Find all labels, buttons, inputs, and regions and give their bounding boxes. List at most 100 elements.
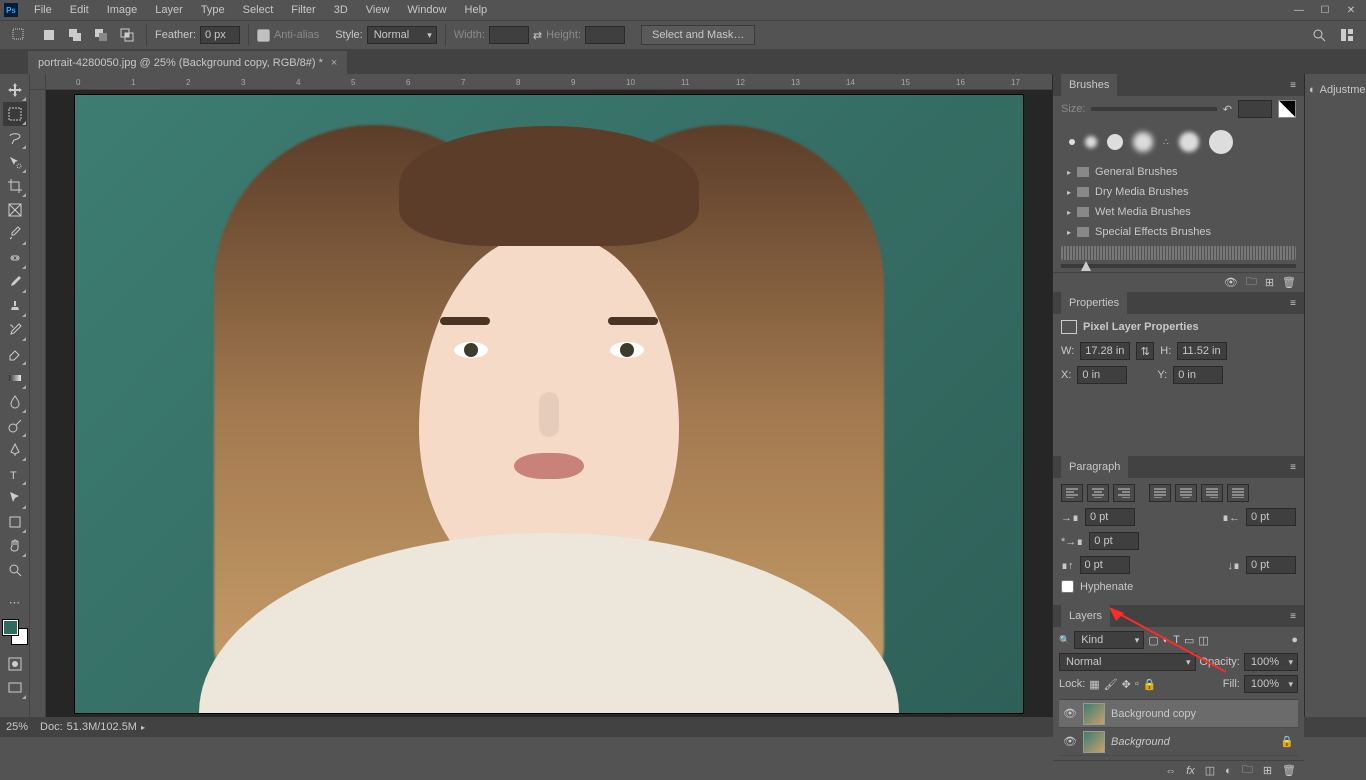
menu-help[interactable]: Help bbox=[457, 2, 496, 18]
pen-tool[interactable] bbox=[3, 438, 27, 462]
blur-tool[interactable] bbox=[3, 390, 27, 414]
adjustments-panel-collapsed[interactable]: ◐ Adjustments bbox=[1309, 80, 1362, 100]
layer-row[interactable]: 👁 Background copy bbox=[1059, 700, 1298, 728]
menu-layer[interactable]: Layer bbox=[147, 2, 191, 18]
clone-stamp-tool[interactable] bbox=[3, 294, 27, 318]
layer-row[interactable]: 👁 Background 🔒 bbox=[1059, 728, 1298, 756]
brush-preview-icon[interactable] bbox=[1278, 100, 1296, 118]
align-center-icon[interactable] bbox=[1087, 484, 1109, 502]
align-left-icon[interactable] bbox=[1061, 484, 1083, 502]
prop-y-input[interactable] bbox=[1173, 366, 1223, 384]
menu-3d[interactable]: 3D bbox=[326, 2, 356, 18]
tool-preset-picker[interactable] bbox=[8, 24, 30, 46]
justify-left-icon[interactable] bbox=[1149, 484, 1171, 502]
opacity-input[interactable]: 100% bbox=[1244, 653, 1298, 671]
intersect-selection-icon[interactable] bbox=[116, 24, 138, 46]
menu-edit[interactable]: Edit bbox=[62, 2, 97, 18]
layers-panel-header[interactable]: Layers ≡ bbox=[1053, 605, 1304, 627]
document-canvas[interactable] bbox=[74, 94, 1024, 714]
dodge-tool[interactable] bbox=[3, 414, 27, 438]
brush-size-input[interactable] bbox=[1238, 100, 1272, 118]
document-tab[interactable]: portrait-4280050.jpg @ 25% (Background c… bbox=[28, 51, 347, 75]
foreground-color-swatch[interactable] bbox=[3, 620, 18, 635]
delete-brush-icon[interactable]: 🗑 bbox=[1282, 276, 1296, 289]
move-tool[interactable] bbox=[3, 78, 27, 102]
prop-h-input[interactable] bbox=[1177, 342, 1227, 360]
layer-thumbnail[interactable] bbox=[1083, 731, 1105, 753]
indent-right-input[interactable] bbox=[1246, 508, 1296, 526]
lock-position-icon[interactable]: ✥ bbox=[1122, 678, 1131, 691]
new-layer-icon[interactable]: ⊞ bbox=[1263, 764, 1272, 777]
brush-folder[interactable]: ▸Dry Media Brushes bbox=[1061, 182, 1296, 202]
subtract-selection-icon[interactable] bbox=[90, 24, 112, 46]
first-line-indent-input[interactable] bbox=[1089, 532, 1139, 550]
zoom-level[interactable]: 25% bbox=[6, 721, 28, 733]
link-dimensions-icon[interactable]: ⇅ bbox=[1136, 342, 1154, 360]
panel-menu-icon[interactable]: ≡ bbox=[1290, 611, 1296, 622]
flip-brush-icon[interactable]: ↶ bbox=[1223, 103, 1232, 116]
menu-select[interactable]: Select bbox=[235, 2, 282, 18]
shape-tool[interactable] bbox=[3, 510, 27, 534]
properties-panel-header[interactable]: Properties ≡ bbox=[1053, 292, 1304, 314]
layer-filter-kind[interactable]: Kind bbox=[1074, 631, 1144, 649]
new-selection-icon[interactable] bbox=[38, 24, 60, 46]
style-select[interactable]: Normal bbox=[367, 26, 437, 44]
save-brush-icon[interactable]: 🗀 bbox=[1246, 273, 1257, 292]
space-before-input[interactable] bbox=[1080, 556, 1130, 574]
lock-transparency-icon[interactable]: ▦ bbox=[1089, 678, 1099, 691]
space-after-input[interactable] bbox=[1246, 556, 1296, 574]
search-icon[interactable] bbox=[1308, 24, 1330, 46]
hyphenate-checkbox[interactable] bbox=[1061, 580, 1074, 593]
swap-dimensions-icon[interactable]: ⇄ bbox=[533, 29, 542, 42]
brush-tool[interactable] bbox=[3, 270, 27, 294]
history-brush-tool[interactable] bbox=[3, 318, 27, 342]
brush-stroke-slider[interactable] bbox=[1061, 264, 1296, 268]
delete-layer-icon[interactable]: 🗑 bbox=[1282, 764, 1296, 777]
layer-name[interactable]: Background copy bbox=[1111, 708, 1196, 720]
brush-preset[interactable] bbox=[1085, 136, 1097, 148]
layer-list[interactable]: 👁 Background copy 👁 Background 🔒 bbox=[1059, 699, 1298, 756]
brushes-panel-header[interactable]: Brushes ≡ bbox=[1053, 74, 1304, 96]
maximize-button[interactable]: ☐ bbox=[1314, 2, 1336, 18]
brush-preset[interactable]: ∴ bbox=[1163, 137, 1169, 148]
ruler-vertical[interactable] bbox=[30, 90, 46, 717]
link-layers-icon[interactable]: ⇔ bbox=[1165, 765, 1176, 777]
align-right-icon[interactable] bbox=[1113, 484, 1135, 502]
add-selection-icon[interactable] bbox=[64, 24, 86, 46]
hand-tool[interactable] bbox=[3, 534, 27, 558]
brush-preset[interactable] bbox=[1107, 134, 1123, 150]
brush-folder[interactable]: ▸Special Effects Brushes bbox=[1061, 222, 1296, 242]
brush-folder[interactable]: ▸Wet Media Brushes bbox=[1061, 202, 1296, 222]
prop-x-input[interactable] bbox=[1077, 366, 1127, 384]
lock-pixels-icon[interactable]: 🖌 bbox=[1104, 678, 1118, 691]
layer-thumbnail[interactable] bbox=[1083, 703, 1105, 725]
indent-left-input[interactable] bbox=[1085, 508, 1135, 526]
layer-name[interactable]: Background bbox=[1111, 736, 1170, 748]
minimize-button[interactable]: — bbox=[1288, 2, 1310, 18]
layers-tab[interactable]: Layers bbox=[1061, 605, 1110, 627]
filter-type-icon[interactable]: T bbox=[1173, 634, 1180, 646]
panel-menu-icon[interactable]: ≡ bbox=[1290, 462, 1296, 473]
paragraph-tab[interactable]: Paragraph bbox=[1061, 456, 1128, 478]
layer-style-icon[interactable]: fx bbox=[1186, 765, 1195, 777]
brush-folder[interactable]: ▸General Brushes bbox=[1061, 162, 1296, 182]
eraser-tool[interactable] bbox=[3, 342, 27, 366]
panel-menu-icon[interactable]: ≡ bbox=[1290, 298, 1296, 309]
eyedropper-tool[interactable] bbox=[3, 222, 27, 246]
fill-input[interactable]: 100% bbox=[1244, 675, 1298, 693]
close-tab-icon[interactable]: × bbox=[331, 57, 337, 69]
canvas-viewport[interactable] bbox=[46, 90, 1052, 717]
justify-all-icon[interactable] bbox=[1227, 484, 1249, 502]
ruler-origin[interactable] bbox=[30, 74, 46, 90]
ruler-horizontal[interactable]: 0 1 2 3 4 5 6 7 8 9 10 11 12 13 14 15 16… bbox=[46, 74, 1052, 90]
feather-input[interactable] bbox=[200, 26, 240, 44]
layer-visibility-icon[interactable]: 👁 bbox=[1063, 707, 1077, 720]
blend-mode-select[interactable]: Normal bbox=[1059, 653, 1196, 671]
menu-image[interactable]: Image bbox=[99, 2, 146, 18]
edit-toolbar-icon[interactable]: ⋯ bbox=[3, 590, 27, 614]
brush-size-slider[interactable] bbox=[1091, 107, 1216, 111]
justify-center-icon[interactable] bbox=[1175, 484, 1197, 502]
menu-window[interactable]: Window bbox=[399, 2, 454, 18]
menu-view[interactable]: View bbox=[358, 2, 398, 18]
canvas-area[interactable]: 0 1 2 3 4 5 6 7 8 9 10 11 12 13 14 15 16… bbox=[30, 74, 1052, 717]
